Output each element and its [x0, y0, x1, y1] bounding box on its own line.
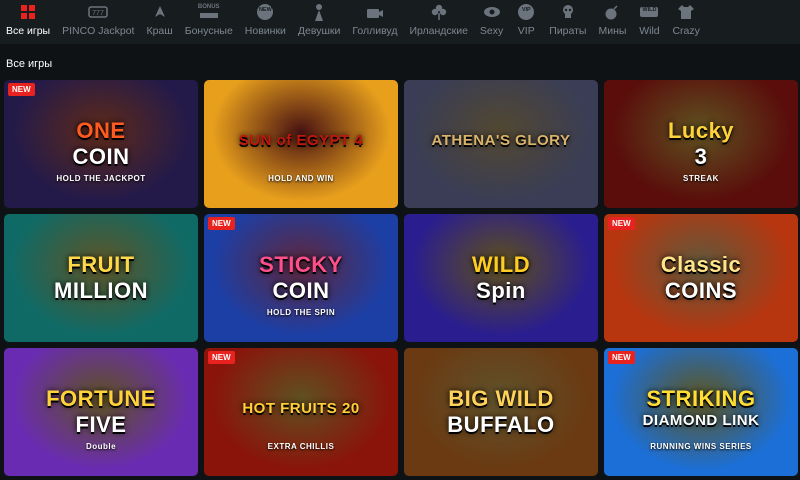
game-tile[interactable]: Lucky 3 STREAK	[604, 80, 798, 208]
game-title-line2: DIAMOND LINK	[642, 412, 760, 429]
nav-item-11[interactable]: Мины	[592, 0, 632, 44]
new-badge: NEW	[208, 351, 235, 364]
game-tile[interactable]: SUN of EGYPT 4 HOLD AND WIN	[204, 80, 398, 208]
nav-item-label: Все игры	[6, 25, 51, 37]
rocket-icon	[149, 3, 171, 21]
nav-icon-text: VIP	[521, 7, 531, 13]
nav-item-label: Девушки	[297, 25, 341, 37]
game-subtitle: HOLD THE JACKPOT	[56, 174, 146, 183]
game-tile[interactable]: STRIKING DIAMOND LINK RUNNING WINS SERIES N…	[604, 348, 798, 476]
game-tile[interactable]: ATHENA'S GLORY	[404, 80, 598, 208]
eye-icon	[481, 3, 503, 21]
game-title-line2: FIVE	[75, 412, 127, 437]
top-category-nav: Все игры 777 PINCO Jackpot Краш BONUS Бонусны…	[0, 0, 800, 44]
shirt-icon	[675, 3, 697, 21]
bonus-icon: BONUS	[198, 3, 220, 21]
nav-item-label: Новинки	[244, 25, 286, 37]
nav-item-12[interactable]: WILD Wild	[632, 0, 666, 44]
camera-icon	[364, 3, 386, 21]
game-title-line1: SUN of EGYPT 4	[238, 132, 364, 149]
game-subtitle: HOLD AND WIN	[268, 174, 334, 183]
nav-item-label: Мины	[598, 25, 627, 37]
nav-item-5[interactable]: Девушки	[292, 0, 346, 44]
nav-item-8[interactable]: Sexy	[474, 0, 509, 44]
nav-item-label: Пираты	[549, 25, 587, 37]
game-title-line2: COIN	[272, 278, 330, 303]
game-subtitle: STREAK	[683, 174, 719, 183]
game-subtitle: EXTRA CHILLIS	[267, 442, 335, 451]
nav-item-label: Wild	[639, 25, 660, 37]
game-title-line1: ATHENA'S GLORY	[431, 132, 571, 149]
game-tile[interactable]: STICKY COIN HOLD THE SPIN NEW	[204, 214, 398, 342]
game-title-line2: BUFFALO	[447, 412, 555, 437]
game-subtitle: HOLD THE SPIN	[266, 308, 336, 317]
nav-item-label: Бонусные	[184, 25, 233, 37]
new-badge: NEW	[608, 351, 635, 364]
nav-item-1[interactable]: 777 PINCO Jackpot	[56, 0, 140, 44]
nav-item-9[interactable]: VIP VIP	[509, 0, 543, 44]
nav-item-6[interactable]: Голливуд	[346, 0, 403, 44]
game-tile[interactable]: HOT FRUITS 20 EXTRA CHILLIS NEW	[204, 348, 398, 476]
game-title-line2: COINS	[664, 278, 738, 303]
new-badge: NEW	[208, 217, 235, 230]
nav-item-4[interactable]: NEW Новинки	[239, 0, 292, 44]
game-tile[interactable]: FRUIT MILLION	[4, 214, 198, 342]
game-title-line1: HOT FRUITS 20	[242, 400, 360, 417]
nav-item-label: Голливуд	[352, 25, 398, 37]
nav-item-7[interactable]: Ирландские	[403, 0, 473, 44]
nav-item-label: Sexy	[479, 25, 504, 37]
game-tile[interactable]: BIG WILD BUFFALO	[404, 348, 598, 476]
game-title-line1: FORTUNE	[46, 386, 156, 411]
skull-icon	[557, 3, 579, 21]
game-subtitle: Double	[85, 442, 117, 451]
nav-icon-text: BONUS	[197, 4, 220, 10]
game-subtitle: RUNNING WINS SERIES	[650, 442, 752, 451]
game-title-line1: FRUIT	[67, 252, 135, 277]
nav-item-label: Crazy	[672, 25, 700, 37]
nav-icon-text: WILD	[642, 7, 657, 13]
games-grid: ONE COIN HOLD THE JACKPOT NEW SUN of EGYPT 4…	[4, 80, 800, 480]
nav-item-label: Ирландские	[409, 25, 468, 37]
game-title-line1: ONE	[76, 118, 126, 143]
game-tile[interactable]: FORTUNE FIVE Double	[4, 348, 198, 476]
game-title-line1: STICKY	[259, 252, 343, 277]
bomb-icon	[601, 3, 623, 21]
nav-icon-text: NEW	[258, 7, 272, 13]
new-badge: NEW	[8, 83, 35, 96]
svg-text:777: 777	[92, 10, 104, 17]
nav-item-label: VIP	[517, 25, 535, 37]
game-title-line2: COIN	[72, 144, 130, 169]
new-badge: NEW	[608, 217, 635, 230]
game-title-line1: BIG WILD	[448, 386, 554, 411]
nav-item-3[interactable]: BONUS Бонусные	[179, 0, 239, 44]
grid-icon	[17, 3, 39, 21]
vip-icon: VIP	[515, 3, 537, 21]
new-icon: NEW	[254, 3, 276, 21]
wild-icon: WILD	[638, 3, 660, 21]
game-tile[interactable]: ONE COIN HOLD THE JACKPOT NEW	[4, 80, 198, 208]
game-title-line2: MILLION	[54, 278, 148, 303]
nav-item-0[interactable]: Все игры	[0, 0, 56, 44]
clover-icon	[428, 3, 450, 21]
game-title-line2: 3	[694, 144, 708, 169]
girl-icon	[308, 3, 330, 21]
game-title-line1: STRIKING	[646, 386, 756, 411]
nav-item-2[interactable]: Краш	[140, 0, 178, 44]
game-title-line1: WILD	[471, 252, 531, 277]
jackpot-icon: 777	[87, 3, 109, 21]
game-title-line1: Classic	[660, 252, 742, 277]
nav-item-label: PINCO Jackpot	[62, 25, 135, 37]
nav-item-label: Краш	[146, 25, 173, 37]
game-tile[interactable]: WILD Spin	[404, 214, 598, 342]
nav-item-10[interactable]: Пираты	[543, 0, 592, 44]
game-tile[interactable]: Classic COINS NEW	[604, 214, 798, 342]
game-title-line2: Spin	[476, 278, 526, 303]
game-title-line1: Lucky	[667, 118, 735, 143]
section-title: Все игры	[6, 58, 53, 70]
nav-item-13[interactable]: Crazy	[666, 0, 705, 44]
